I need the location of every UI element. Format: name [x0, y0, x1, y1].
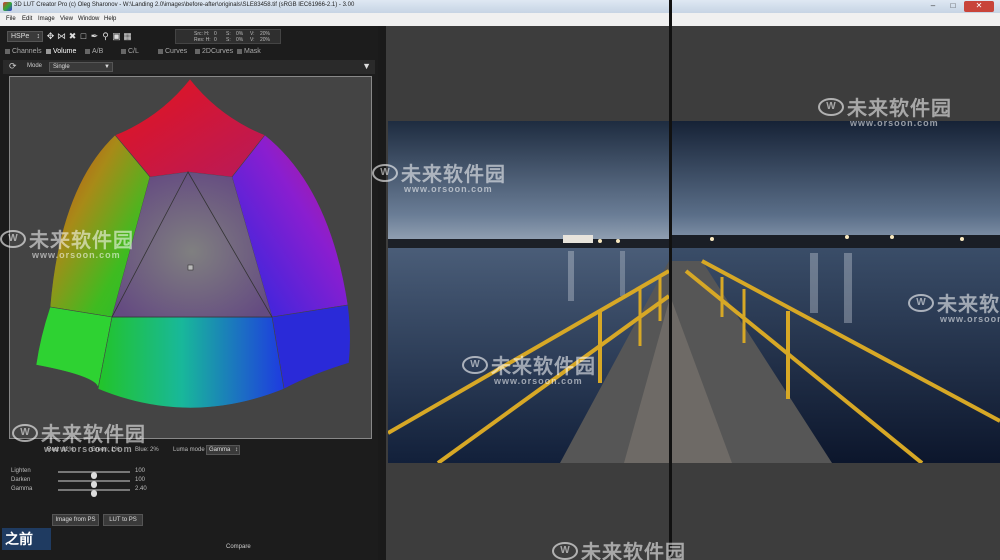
green-value: 1% [111, 447, 120, 453]
tab-2dcurves[interactable]: 2DCurves [195, 46, 233, 57]
tab-ab[interactable]: A/B [85, 46, 103, 57]
res-label: Res: H: [194, 37, 211, 43]
title-bar: 3D LUT Creator Pro (c) Oleg Sharonov - W… [0, 0, 1000, 13]
close-button[interactable]: ✕ [964, 1, 994, 12]
shrink-icon[interactable]: ⋈ [57, 31, 66, 41]
luma-label: Luma mode [173, 447, 205, 453]
menu-help[interactable]: Help [104, 16, 116, 22]
toolbar: HSPe ↕ ✥ ⋈ ✖ □ ✒ ⚲ ▣ ▦ Src: H: 0 S: 0% V… [3, 28, 373, 44]
darken-label: Darken [11, 477, 31, 483]
zoom-icon[interactable]: ⚲ [101, 31, 110, 41]
menu-window[interactable]: Window [78, 16, 99, 22]
res-v-label: V: [250, 37, 255, 43]
lut-to-ps-button[interactable]: LUT to PS [103, 514, 143, 526]
minimize-button[interactable]: – [924, 1, 942, 12]
panel-divider[interactable] [378, 26, 386, 560]
mode-label: Mode [27, 63, 43, 69]
mode-dropdown[interactable]: Single ▼ [49, 62, 113, 72]
chevron-down-icon: ▼ [104, 64, 110, 70]
tab-channels[interactable]: Channels [5, 46, 42, 57]
blue-label: Blue: [135, 447, 149, 453]
color-model-value: HSPe [11, 33, 30, 40]
lighten-value: 100 [135, 468, 146, 474]
window-title: 3D LUT Creator Pro (c) Oleg Sharonov - W… [14, 2, 355, 8]
expand-icon[interactable]: ✖ [68, 31, 77, 41]
updown-icon: ↕ [235, 447, 238, 453]
left-panel: HSPe ↕ ✥ ⋈ ✖ □ ✒ ⚲ ▣ ▦ Src: H: 0 S: 0% V… [0, 26, 378, 560]
gamma-slider-thumb[interactable] [91, 490, 97, 497]
gamma-value: 2.40 [135, 486, 147, 492]
lighten-label: Lighten [11, 468, 31, 474]
center-handle[interactable] [187, 264, 194, 271]
color-readout: Src: H: 0 S: 0% V: 20% Res: H: 0 S: 0% V… [175, 29, 281, 44]
compare-split-line[interactable] [669, 0, 672, 560]
before-badge: 之前 [2, 528, 51, 550]
compare-button[interactable]: Compare [226, 544, 251, 550]
darken-slider[interactable] [58, 480, 130, 488]
menu-edit[interactable]: Edit [22, 16, 32, 22]
tab-curves[interactable]: Curves [158, 46, 187, 57]
maximize-button[interactable]: □ [944, 1, 962, 12]
tab-volume[interactable]: Volume [46, 46, 76, 57]
grid-icon[interactable]: ▦ [123, 31, 132, 41]
res-s-label: S: [226, 37, 231, 43]
gamma-slider[interactable] [58, 489, 130, 497]
blue-value: 2% [150, 447, 159, 453]
before-image [388, 121, 669, 463]
mode-value: Single [53, 64, 70, 70]
gamma-slider-row: Gamma 2.40 [11, 485, 371, 497]
mode-row: ⟳ Mode Single ▼ ▼ [3, 60, 375, 74]
res-s: 0% [236, 37, 244, 43]
gamma-label: Gamma [11, 486, 33, 492]
red-label: Red: [47, 447, 60, 453]
color-volume-svg[interactable] [10, 77, 371, 438]
menu-view[interactable]: View [60, 16, 73, 22]
select-rect-icon[interactable]: □ [79, 31, 88, 41]
volume-canvas[interactable] [9, 76, 372, 439]
luma-mode-dropdown[interactable]: Gamma ↕ [206, 445, 240, 455]
after-image [672, 121, 1000, 463]
tab-mask[interactable]: Mask [237, 46, 261, 57]
red-value: 92% [62, 447, 75, 453]
updown-icon: ↕ [36, 33, 41, 40]
image-from-ps-button[interactable]: Image from PS [52, 514, 99, 526]
res-h: 0 [214, 37, 217, 43]
camera-icon[interactable]: ▣ [112, 31, 121, 41]
app-icon [3, 2, 12, 11]
res-v: 20% [260, 37, 271, 43]
menu-bar: File Edit Image View Window Help [0, 13, 1000, 26]
menu-image[interactable]: Image [38, 16, 55, 22]
adjust-panel: Red: 92% Green: 1% Blue: 2% Luma mode Ga… [9, 444, 374, 514]
menu-file[interactable]: File [6, 16, 16, 22]
green-label: Green: [91, 447, 110, 453]
color-model-select[interactable]: HSPe ↕ [7, 31, 43, 42]
tab-bar: Channels Volume A/B C/L Curves 2DCurves … [3, 46, 375, 57]
move-icon[interactable]: ✥ [46, 31, 55, 41]
lighten-slider[interactable] [58, 471, 130, 479]
refresh-icon[interactable]: ⟳ [9, 61, 17, 72]
collapse-icon[interactable]: ▼ [362, 61, 371, 71]
luma-mode-value: Gamma [209, 447, 231, 453]
tab-cl[interactable]: C/L [121, 46, 139, 57]
eyedropper-icon[interactable]: ✒ [90, 31, 99, 41]
darken-value: 100 [135, 477, 146, 483]
